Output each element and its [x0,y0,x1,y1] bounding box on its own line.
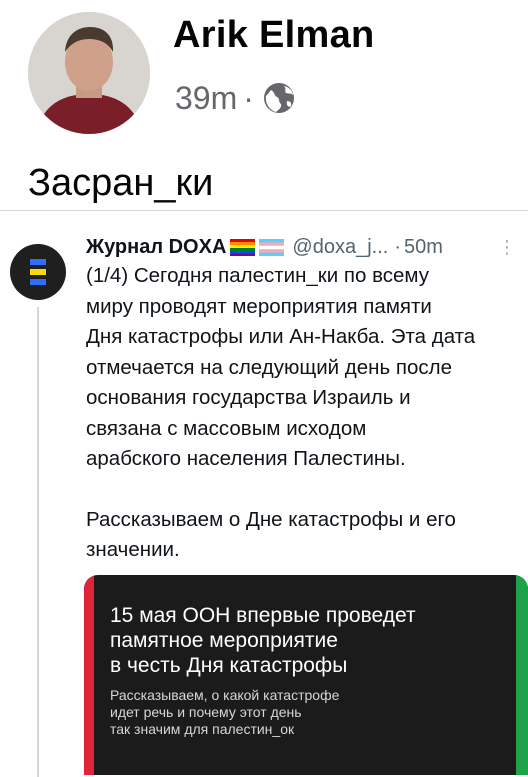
tweet-header: Журнал DOXA @doxa_j... · 50m ⋮ [86,233,520,261]
tweet-line: миру проводят мероприятия памяти [86,294,432,318]
media-red-stripe [84,575,94,775]
tweet-dot: · [394,235,401,258]
media-headline-line: памятное мероприятие [110,629,338,652]
meta-separator: · [243,79,254,116]
tweet-media-card[interactable]: 15 мая ООН впервые проведет памятное мер… [84,575,528,775]
tweet-handle[interactable]: @doxa_j... [292,236,388,259]
tweet-line: Рассказываем о Дне катастрофы и его [86,507,456,531]
media-sub-line: идет речь и почему этот день [110,704,302,720]
post-time[interactable]: 39m [175,80,237,117]
tweet-line: Дня катастрофы или Ан-Накба. Эта дата [86,325,476,348]
author-avatar[interactable] [28,12,150,134]
media-green-stripe [516,575,528,775]
tweet-line: значении. [86,538,180,561]
embedded-tweet[interactable]: Журнал DOXA @doxa_j... · 50m ⋮ (1/4) Сег… [0,210,528,777]
globe-icon[interactable] [262,81,296,115]
thread-line [37,307,39,777]
more-options-icon[interactable]: ⋮ [498,237,520,258]
author-photo [28,12,150,134]
tweet-paragraph-1: (1/4) Сегодня палестин_ки по всему миру … [86,261,518,475]
tweet-line: арабского населения Палестины. [86,447,406,470]
rainbow-flag-icon [230,238,256,256]
tweet-line: (1/4) Сегодня палестин_ки по всему [86,264,429,287]
media-sub-line: так значим для палестин_ок [110,721,295,737]
tweet-body: (1/4) Сегодня палестин_ки по всему миру … [86,261,518,566]
author-name[interactable]: Arik Elman [173,14,375,57]
tweet-paragraph-2: Рассказываем о Дне катастрофы и его знач… [86,505,518,566]
tweet-time[interactable]: 50m [404,236,443,259]
trans-flag-icon [259,238,285,256]
doxa-avatar[interactable] [10,244,66,300]
doxa-logo-icon [30,259,46,285]
media-headline: 15 мая ООН впервые проведет памятное мер… [110,603,510,678]
post-meta: 39m · [175,78,296,118]
media-sub-line: Рассказываем, о какой катастрофе [110,687,340,703]
media-subtitle: Рассказываем, о какой катастрофе идет ре… [110,687,510,738]
tweet-line: основания государства Израиль и [86,386,411,409]
media-headline-line: 15 мая ООН впервые проведет [110,604,416,627]
post-header: Arik Elman 39m · [0,0,528,140]
tweet-author-name[interactable]: Журнал DOXA [86,236,226,259]
post-text: Засран_ки [28,162,214,204]
tweet-line: связана с массовым исходом [86,416,367,440]
media-headline-line: в честь Дня катастрофы [110,654,348,677]
tweet-line: отмечается на следующий день после [86,355,452,379]
